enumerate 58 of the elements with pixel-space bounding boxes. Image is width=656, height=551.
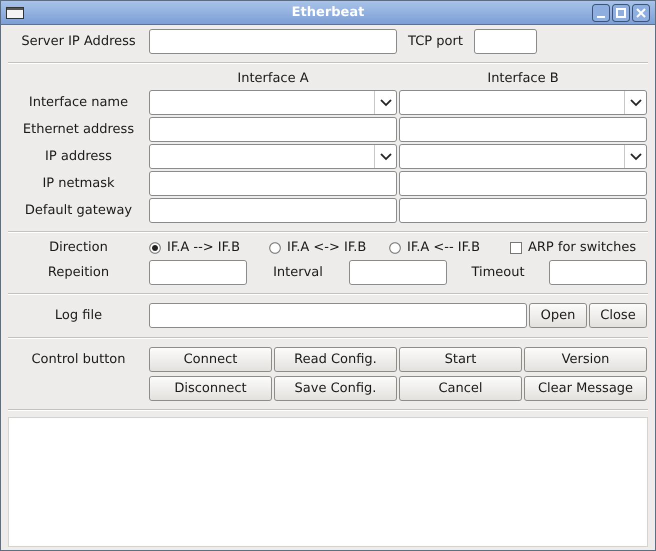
button[interactable]: Clear Message: [524, 376, 647, 401]
input-field[interactable]: [474, 29, 537, 54]
button[interactable]: Start: [399, 347, 522, 372]
button[interactable]: Save Config.: [274, 376, 397, 401]
input-field[interactable]: [399, 171, 647, 196]
field-label: Log file: [54, 306, 104, 325]
radio-button[interactable]: [269, 242, 281, 254]
button[interactable]: Open: [529, 303, 587, 328]
column-header: Interface A: [237, 70, 309, 88]
button[interactable]: Version: [524, 347, 647, 372]
button[interactable]: Connect: [149, 347, 272, 372]
field-label: Default gateway: [24, 202, 134, 220]
field-label: Timeout: [470, 264, 526, 282]
input-field[interactable]: [149, 117, 397, 142]
input-field[interactable]: [399, 198, 647, 223]
window-menu-icon[interactable]: [6, 6, 24, 18]
checkbox[interactable]: [510, 242, 522, 254]
field-label: Server IP Address: [20, 32, 137, 51]
field-label: Interface name: [28, 94, 130, 112]
minimize-icon[interactable]: [592, 4, 610, 22]
radio-label: IF.A --> IF.B: [167, 239, 240, 258]
button[interactable]: Close: [589, 303, 647, 328]
radio-label: IF.A <-- IF.B: [407, 239, 480, 258]
checkbox-label: ARP for switches: [528, 239, 636, 258]
window-title: Etherbeat: [292, 4, 364, 22]
dropdown-field[interactable]: [149, 90, 397, 115]
input-field[interactable]: [149, 198, 397, 223]
radio-button[interactable]: [389, 242, 401, 254]
dropdown-field[interactable]: [399, 144, 647, 169]
input-field[interactable]: [349, 260, 447, 285]
maximize-icon[interactable]: [612, 4, 630, 22]
column-header: Interface B: [487, 70, 559, 88]
field-label: Direction: [48, 239, 109, 258]
radio-label: IF.A <-> IF.B: [287, 239, 366, 258]
chevron-down-icon: [380, 98, 392, 106]
close-icon[interactable]: [632, 4, 650, 22]
dropdown-field[interactable]: [149, 144, 397, 169]
input-field[interactable]: [149, 29, 397, 54]
chevron-down-icon: [630, 98, 642, 106]
field-label: TCP port: [407, 32, 464, 51]
input-field[interactable]: [149, 303, 527, 328]
button[interactable]: Disconnect: [149, 376, 272, 401]
button[interactable]: Cancel: [399, 376, 522, 401]
input-field[interactable]: [149, 171, 397, 196]
field-label: Ethernet address: [22, 120, 136, 139]
button[interactable]: Read Config.: [274, 347, 397, 372]
chevron-down-icon: [630, 152, 642, 160]
field-label: Interval: [272, 264, 324, 282]
radio-button[interactable]: [149, 242, 161, 254]
input-field[interactable]: [149, 260, 247, 285]
chevron-down-icon: [380, 152, 392, 160]
field-label: Repeition: [46, 264, 110, 282]
field-label: IP address: [44, 148, 113, 166]
field-label: Control button: [30, 351, 126, 369]
dropdown-field[interactable]: [399, 90, 647, 115]
input-field[interactable]: [549, 260, 647, 285]
field-label: IP netmask: [41, 174, 116, 193]
input-field[interactable]: [399, 117, 647, 142]
